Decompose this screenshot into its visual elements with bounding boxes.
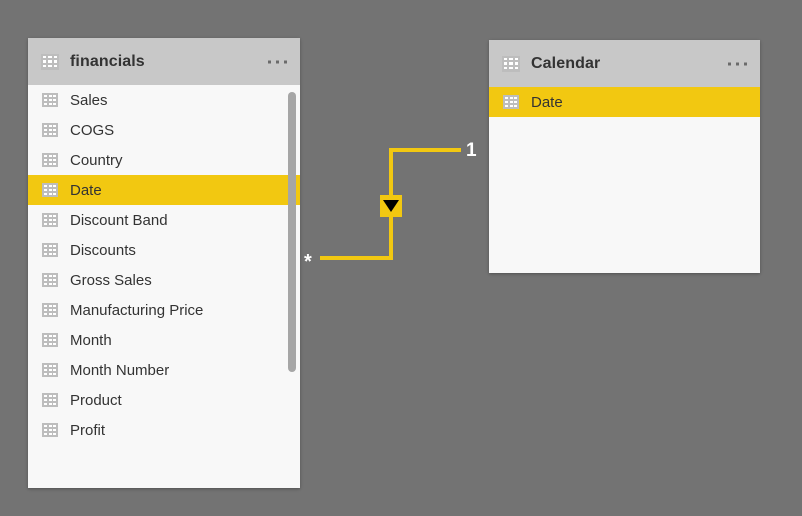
field-label: Profit: [70, 421, 106, 439]
field-label: Discount Band: [70, 211, 168, 229]
table-title: Calendar: [531, 54, 601, 72]
field-table-icon: [42, 273, 58, 287]
field-label: Date: [531, 93, 563, 111]
table-header-calendar[interactable]: Calendar: [489, 40, 760, 87]
field-label: Manufacturing Price: [70, 301, 204, 319]
table-card-calendar[interactable]: Calendar Date: [489, 40, 760, 273]
field-table-icon: [42, 123, 58, 137]
field-label: Sales: [70, 91, 108, 109]
field-label: COGS: [70, 121, 115, 139]
field-row[interactable]: Month: [28, 325, 300, 355]
field-list-calendar[interactable]: Date: [489, 87, 760, 117]
field-row[interactable]: Month Number: [28, 355, 300, 385]
field-row[interactable]: Gross Sales: [28, 265, 300, 295]
cardinality-many-marker: *: [304, 251, 312, 273]
field-table-icon: [42, 243, 58, 257]
field-row[interactable]: Manufacturing Price: [28, 295, 300, 325]
scrollbar-thumb[interactable]: [288, 92, 296, 372]
field-label: Discounts: [70, 241, 136, 259]
field-table-icon: [42, 183, 58, 197]
field-table-icon: [42, 333, 58, 347]
field-table-icon: [42, 93, 58, 107]
field-label: Date: [70, 181, 102, 199]
field-row[interactable]: Country: [28, 145, 300, 175]
field-row[interactable]: Sales: [28, 85, 300, 115]
field-label: Month Number: [70, 361, 170, 379]
field-list-financials[interactable]: Sales COGS Country Date Discount Band Discoun…: [28, 85, 300, 445]
field-table-icon: [42, 393, 58, 407]
field-row[interactable]: COGS: [28, 115, 300, 145]
field-table-icon: [42, 423, 58, 437]
field-row[interactable]: Discount Band: [28, 205, 300, 235]
field-label: Gross Sales: [70, 271, 152, 289]
ellipsis-icon[interactable]: [728, 62, 747, 65]
field-label: Country: [70, 151, 123, 169]
field-label: Month: [70, 331, 112, 349]
field-row[interactable]: Discounts: [28, 235, 300, 265]
table-header-financials[interactable]: financials: [28, 38, 300, 85]
field-table-icon: [42, 303, 58, 317]
table-icon: [502, 55, 520, 72]
model-diagram-canvas[interactable]: * 1 financials Sales COGS Country Date Disco…: [0, 0, 802, 516]
field-table-icon: [42, 213, 58, 227]
field-row[interactable]: Date: [28, 175, 300, 205]
table-card-financials[interactable]: financials Sales COGS Country Date Discount …: [28, 38, 300, 488]
field-row[interactable]: Product: [28, 385, 300, 415]
ellipsis-icon[interactable]: [268, 60, 287, 63]
field-row[interactable]: Date: [489, 87, 760, 117]
field-table-icon: [42, 363, 58, 377]
table-title: financials: [70, 52, 145, 70]
field-label: Product: [70, 391, 122, 409]
filter-direction-arrow-icon: [380, 195, 402, 217]
field-row[interactable]: Profit: [28, 415, 300, 445]
cardinality-one-marker: 1: [466, 140, 477, 161]
table-icon: [41, 53, 59, 70]
field-table-icon: [503, 95, 519, 109]
scrollbar-track[interactable]: [288, 92, 296, 482]
field-table-icon: [42, 153, 58, 167]
